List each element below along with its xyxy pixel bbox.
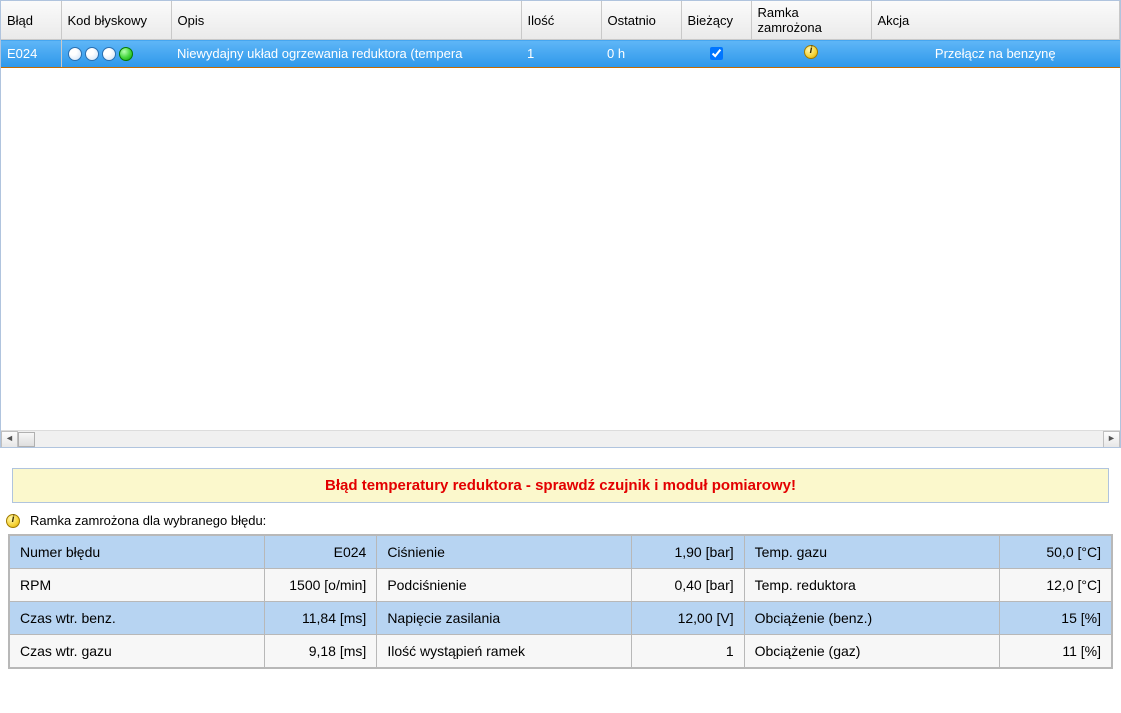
freeze-label: Ilość wystąpień ramek [377,635,632,668]
freeze-label: Numer błędu [10,536,265,569]
freeze-label: RPM [10,569,265,602]
freeze-value: 12,00 [V] [632,602,744,635]
freeze-label: Czas wtr. gazu [10,635,265,668]
freeze-frame-panel: Numer błędu E024 Ciśnienie 1,90 [bar] Te… [8,534,1113,669]
scroll-left-button[interactable]: ◄ [1,431,18,448]
freeze-value: E024 [265,536,377,569]
freeze-value: 12,0 [°C] [999,569,1111,602]
freeze-value: 1500 [o/min] [265,569,377,602]
blink-dot-icon [102,47,116,61]
blink-dot-icon [85,47,99,61]
col-header-freeze[interactable]: Ramka zamrożona [751,1,871,40]
info-icon [6,514,20,528]
freeze-row: Numer błędu E024 Ciśnienie 1,90 [bar] Te… [10,536,1112,569]
error-freeze-cell [751,40,871,68]
error-current-cell [681,40,751,68]
error-desc-cell: Niewydajny układ ogrzewania reduktora (t… [171,40,521,68]
scroll-thumb[interactable] [18,432,35,447]
freeze-value: 50,0 [°C] [999,536,1111,569]
freeze-row: Czas wtr. gazu 9,18 [ms] Ilość wystąpień… [10,635,1112,668]
freeze-label: Ciśnienie [377,536,632,569]
error-last-cell: 0 h [601,40,681,68]
freeze-label: Napięcie zasilania [377,602,632,635]
freeze-value: 0,40 [bar] [632,569,744,602]
freeze-label: Temp. gazu [744,536,999,569]
freeze-frame-label: Ramka zamrożona dla wybranego błędu: [30,513,266,528]
freeze-value: 9,18 [ms] [265,635,377,668]
freeze-value: 15 [%] [999,602,1111,635]
freeze-value: 11 [%] [999,635,1111,668]
freeze-row: Czas wtr. benz. 11,84 [ms] Napięcie zasi… [10,602,1112,635]
current-checkbox[interactable] [710,47,723,60]
col-header-current[interactable]: Bieżący [681,1,751,40]
blink-dot-icon [68,47,82,61]
info-icon[interactable] [804,45,818,59]
horizontal-scrollbar[interactable]: ◄ ► [1,430,1120,447]
freeze-label: Obciążenie (benz.) [744,602,999,635]
scroll-right-button[interactable]: ► [1103,431,1120,448]
col-header-blink-code[interactable]: Kod błyskowy [61,1,171,40]
freeze-label: Obciążenie (gaz) [744,635,999,668]
error-table-panel: Błąd Kod błyskowy Opis Ilość Ostatnio Bi… [0,0,1121,448]
freeze-value: 1 [632,635,744,668]
error-count-cell: 1 [521,40,601,68]
freeze-frame-table: Numer błędu E024 Ciśnienie 1,90 [bar] Te… [9,535,1112,668]
freeze-value: 1,90 [bar] [632,536,744,569]
blink-dot-green-icon [119,47,133,61]
freeze-label: Czas wtr. benz. [10,602,265,635]
error-table-header-row: Błąd Kod błyskowy Opis Ilość Ostatnio Bi… [1,1,1120,40]
error-code-cell: E024 [1,40,61,68]
col-header-desc[interactable]: Opis [171,1,521,40]
blink-code-cell [61,40,171,68]
error-row[interactable]: E024 Niewydajny układ ogrzewania redukto… [1,40,1120,68]
col-header-action[interactable]: Akcja [871,1,1120,40]
error-table: Błąd Kod błyskowy Opis Ilość Ostatnio Bi… [1,1,1120,68]
col-header-last[interactable]: Ostatnio [601,1,681,40]
freeze-label: Podciśnienie [377,569,632,602]
freeze-label: Temp. reduktora [744,569,999,602]
col-header-error[interactable]: Błąd [1,1,61,40]
error-action-cell: Przełącz na benzynę [871,40,1120,68]
blink-dots [68,47,166,61]
freeze-value: 11,84 [ms] [265,602,377,635]
freeze-frame-label-row: Ramka zamrożona dla wybranego błędu: [6,513,1111,528]
freeze-row: RPM 1500 [o/min] Podciśnienie 0,40 [bar]… [10,569,1112,602]
col-header-count[interactable]: Ilość [521,1,601,40]
warning-banner: Błąd temperatury reduktora - sprawdź czu… [12,468,1109,503]
